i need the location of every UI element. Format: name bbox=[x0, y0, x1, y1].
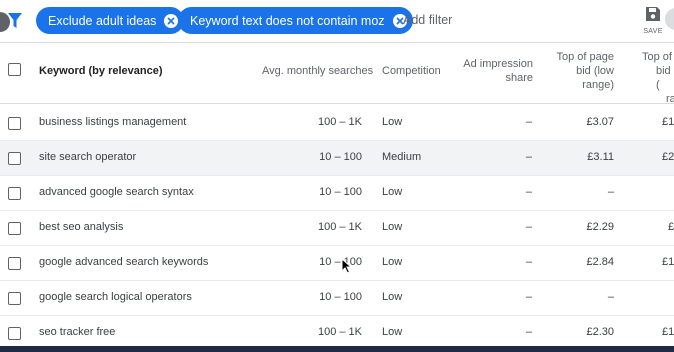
mouse-cursor-icon bbox=[341, 258, 353, 274]
bid-low-cell: – bbox=[607, 186, 614, 198]
row-checkbox[interactable] bbox=[8, 222, 21, 235]
table-row[interactable]: advanced google search syntax 10 – 100 L… bbox=[0, 176, 674, 211]
row-checkbox[interactable] bbox=[8, 187, 21, 200]
add-filter-button[interactable]: Add filter bbox=[403, 13, 452, 27]
table-row[interactable]: site search operator 10 – 100 Medium – £… bbox=[0, 141, 674, 176]
keyword-cell: seo tracker free bbox=[39, 326, 116, 338]
close-icon[interactable] bbox=[164, 13, 179, 28]
filter-chip-exclude-adult[interactable]: Exclude adult ideas bbox=[36, 7, 185, 34]
bid-high-cell: £2 bbox=[662, 151, 674, 163]
row-checkbox[interactable] bbox=[8, 117, 21, 130]
filter-chip-keyword-text[interactable]: Keyword text does not contain moz bbox=[178, 7, 413, 34]
bid-low-cell: £2.84 bbox=[586, 256, 614, 268]
bid-low-cell: – bbox=[607, 291, 614, 303]
searches-cell: 100 – 1K bbox=[317, 326, 362, 338]
row-checkbox[interactable] bbox=[8, 152, 21, 165]
row-checkbox[interactable] bbox=[8, 327, 21, 340]
filter-icon[interactable] bbox=[8, 13, 22, 29]
column-header-bid-low[interactable]: Top of page bid (low range) bbox=[540, 50, 615, 92]
bid-low-cell: £3.11 bbox=[587, 151, 614, 163]
save-label: SAVE bbox=[643, 28, 663, 35]
impression-cell: – bbox=[525, 221, 532, 233]
competition-cell: Low bbox=[382, 256, 403, 268]
impression-cell: – bbox=[525, 186, 532, 198]
impression-cell: – bbox=[525, 326, 532, 338]
column-header-ad-impression[interactable]: Ad impression share bbox=[452, 57, 533, 85]
table-row[interactable]: google advanced search keywords 10 – 100… bbox=[0, 246, 674, 281]
filter-chip-label: Exclude adult ideas bbox=[48, 13, 157, 28]
competition-cell: Low bbox=[382, 221, 403, 233]
save-button[interactable]: SAVE bbox=[639, 6, 667, 35]
keyword-cell: site search operator bbox=[39, 151, 137, 163]
bid-high-cell: £1 bbox=[662, 116, 674, 128]
competition-cell: Low bbox=[382, 291, 403, 303]
impression-cell: – bbox=[525, 116, 532, 128]
select-all-checkbox[interactable] bbox=[8, 63, 21, 76]
bid-high-cell: £1 bbox=[662, 326, 674, 338]
competition-cell: Low bbox=[382, 116, 403, 128]
filter-bar: Exclude adult ideas Keyword text does no… bbox=[0, 0, 674, 42]
row-checkbox[interactable] bbox=[8, 257, 21, 270]
bid-high-cell: £ bbox=[668, 221, 674, 233]
column-header-keyword[interactable]: Keyword (by relevance) bbox=[39, 64, 163, 78]
searches-cell: 10 – 100 bbox=[319, 291, 362, 303]
searches-cell: 100 – 1K bbox=[317, 116, 362, 128]
bid-low-cell: £2.30 bbox=[586, 326, 614, 338]
table-row[interactable]: best seo analysis 100 – 1K Low – £2.29 £ bbox=[0, 211, 674, 246]
bid-high-cell: £1 bbox=[662, 256, 674, 268]
bid-low-cell: £2.29 bbox=[586, 221, 614, 233]
table-header: Keyword (by relevance) Avg. monthly sear… bbox=[0, 42, 674, 106]
save-icon bbox=[646, 7, 660, 21]
keyword-cell: google advanced search keywords bbox=[39, 256, 209, 268]
impression-cell: – bbox=[525, 291, 532, 303]
keyword-cell: google search logical operators bbox=[39, 291, 192, 303]
table-row[interactable]: google search logical operators 10 – 100… bbox=[0, 281, 674, 316]
impression-cell: – bbox=[525, 151, 532, 163]
searches-cell: 10 – 100 bbox=[319, 151, 362, 163]
column-header-avg-searches[interactable]: Avg. monthly searches bbox=[262, 64, 373, 78]
table-row[interactable]: business listings management 100 – 1K Lo… bbox=[0, 106, 674, 141]
row-checkbox[interactable] bbox=[8, 292, 21, 305]
keyword-cell: advanced google search syntax bbox=[39, 186, 194, 198]
filter-chip-label: Keyword text does not contain moz bbox=[190, 13, 385, 28]
competition-cell: Low bbox=[382, 326, 403, 338]
competition-cell: Medium bbox=[382, 151, 422, 163]
competition-cell: Low bbox=[382, 186, 403, 198]
impression-cell: – bbox=[525, 256, 532, 268]
keyword-cell: best seo analysis bbox=[39, 221, 124, 233]
searches-cell: 10 – 100 bbox=[319, 186, 362, 198]
bid-low-cell: £3.07 bbox=[586, 116, 614, 128]
column-header-competition[interactable]: Competition bbox=[382, 64, 441, 78]
taskbar-strip bbox=[0, 346, 674, 352]
column-header-bid-high[interactable]: Top of bid ( ra bbox=[642, 50, 674, 106]
keyword-cell: business listings management bbox=[39, 116, 187, 128]
searches-cell: 100 – 1K bbox=[317, 221, 362, 233]
